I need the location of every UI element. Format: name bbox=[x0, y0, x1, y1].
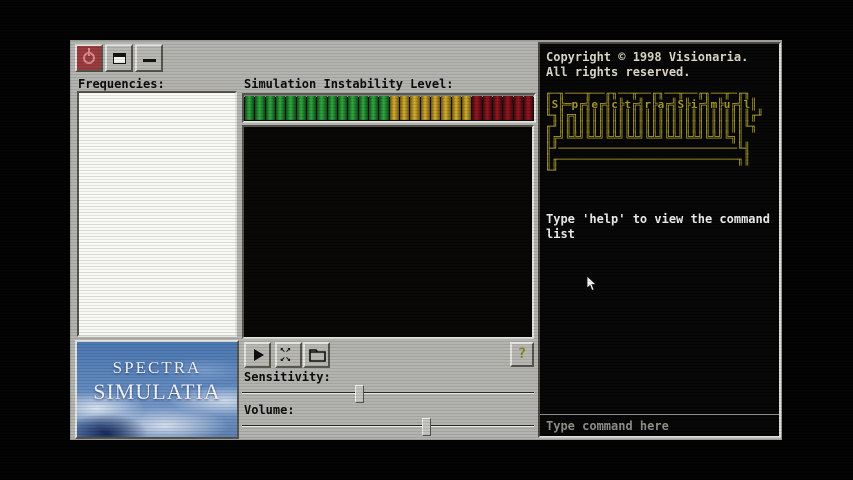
open-file-button[interactable] bbox=[303, 342, 330, 368]
meter-segment bbox=[472, 96, 481, 120]
app-window: Frequencies: SPECTRA SIMULATIA Simulatio… bbox=[70, 40, 782, 440]
command-terminal: Copyright © 1998 Visionaria. All rights … bbox=[538, 42, 781, 438]
mouse-cursor bbox=[586, 276, 597, 292]
volume-slider-track[interactable] bbox=[242, 425, 534, 427]
center-panel: Simulation Instability Level: ↖↗ ↙↘ ? Se… bbox=[242, 41, 536, 439]
meter-segment bbox=[410, 96, 419, 120]
meter-segment bbox=[431, 96, 440, 120]
meter-segment bbox=[328, 96, 337, 120]
sensitivity-slider-track[interactable] bbox=[242, 392, 534, 394]
meter-segment bbox=[255, 96, 264, 120]
meter-segment bbox=[338, 96, 347, 120]
copyright-text: Copyright © 1998 Visionaria. All rights … bbox=[546, 50, 748, 80]
meter-segment bbox=[307, 96, 316, 120]
frequencies-listbox[interactable] bbox=[77, 91, 237, 337]
logo-line1: SPECTRA bbox=[77, 358, 237, 378]
meter-segment bbox=[276, 96, 285, 120]
help-button[interactable]: ? bbox=[510, 342, 534, 367]
command-input[interactable]: Type command here bbox=[540, 414, 779, 436]
folder-icon bbox=[309, 348, 327, 363]
instability-label: Simulation Instability Level: bbox=[244, 77, 454, 91]
sensitivity-slider-thumb[interactable] bbox=[355, 385, 364, 403]
spectra-logo-image: SPECTRA SIMULATIA bbox=[77, 342, 237, 437]
power-icon-stem bbox=[88, 48, 90, 56]
frequencies-label: Frequencies: bbox=[78, 77, 165, 91]
command-input-placeholder: Type command here bbox=[546, 419, 669, 433]
volume-label: Volume: bbox=[244, 403, 295, 417]
window-icon-titlebar bbox=[114, 54, 125, 57]
minimize-icon bbox=[143, 59, 156, 62]
sensitivity-label: Sensitivity: bbox=[244, 370, 331, 384]
meter-segment bbox=[493, 96, 502, 120]
meter-segment bbox=[452, 96, 461, 120]
play-icon bbox=[254, 349, 264, 361]
instability-meter-segments bbox=[244, 95, 534, 121]
volume-slider[interactable] bbox=[242, 418, 534, 434]
ascii-logo-art: ╓─╖───╥──╓╖──╥──╓╖──╥──╓╖──╥─╓╖ ║S╠═p╔╣e… bbox=[545, 88, 764, 176]
power-button[interactable] bbox=[75, 44, 103, 72]
meter-segment bbox=[524, 96, 533, 120]
terminal-help-text: Type 'help' to view the command list bbox=[546, 212, 770, 242]
meter-segment bbox=[245, 96, 254, 120]
meter-segment bbox=[286, 96, 295, 120]
window-button[interactable] bbox=[105, 44, 133, 72]
meter-segment bbox=[348, 96, 357, 120]
meter-segment bbox=[379, 96, 388, 120]
expand-arrows-icon: ↖↗ ↙↘ bbox=[280, 346, 291, 364]
instability-meter bbox=[242, 93, 536, 123]
meter-segment bbox=[400, 96, 409, 120]
meter-segment bbox=[317, 96, 326, 120]
minimize-button[interactable] bbox=[135, 44, 163, 72]
logo-line2: SIMULATIA bbox=[77, 379, 237, 405]
meter-segment bbox=[514, 96, 523, 120]
meter-segment bbox=[369, 96, 378, 120]
simulation-display bbox=[242, 125, 534, 339]
meter-segment bbox=[359, 96, 368, 120]
meter-segment bbox=[503, 96, 512, 120]
window-icon bbox=[113, 53, 126, 64]
meter-segment bbox=[441, 96, 450, 120]
meter-segment bbox=[297, 96, 306, 120]
question-mark-icon: ? bbox=[512, 346, 532, 362]
volume-slider-thumb[interactable] bbox=[422, 418, 431, 436]
sensitivity-slider[interactable] bbox=[242, 385, 534, 401]
meter-segment bbox=[266, 96, 275, 120]
fullscreen-button[interactable]: ↖↗ ↙↘ bbox=[275, 342, 302, 368]
meter-segment bbox=[421, 96, 430, 120]
meter-segment bbox=[462, 96, 471, 120]
logo-panel: SPECTRA SIMULATIA bbox=[75, 340, 239, 439]
meter-segment bbox=[390, 96, 399, 120]
play-button[interactable] bbox=[244, 342, 271, 368]
meter-segment bbox=[483, 96, 492, 120]
spectra-logo-text: SPECTRA SIMULATIA bbox=[77, 358, 237, 405]
